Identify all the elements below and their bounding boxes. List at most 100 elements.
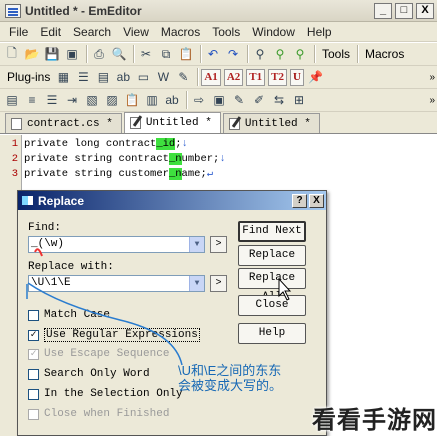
list-icon[interactable]: ▥ (143, 91, 161, 109)
undo-icon[interactable]: ↶ (204, 45, 222, 63)
menu-view[interactable]: View (117, 25, 155, 39)
forward-icon[interactable]: ⇨ (190, 91, 208, 109)
close-when-finished-option: Close when Finished (28, 408, 169, 420)
open-file-icon[interactable]: 📂 (23, 45, 41, 63)
whole-word-checkbox[interactable] (28, 368, 39, 380)
replace-all-button[interactable]: Replace All (238, 268, 306, 303)
menu-edit[interactable]: Edit (34, 25, 67, 39)
mark-icon[interactable]: ▨ (103, 91, 121, 109)
find-next-icon[interactable]: ⚲ (271, 45, 289, 63)
tab-label: Untitled * (244, 117, 311, 130)
menu-file[interactable]: File (3, 25, 34, 39)
match-case-option[interactable]: Match Case (28, 309, 110, 321)
print-icon[interactable]: ⎙ (90, 45, 108, 63)
plugins-toolbar-label[interactable]: Plug-ins (3, 70, 54, 84)
code-line[interactable]: private string contract_number;↓ (24, 152, 226, 167)
new-file-icon[interactable]: 🗋 (3, 45, 21, 63)
plugin-window-icon[interactable]: ▤ (94, 68, 112, 86)
paste-icon[interactable]: 📋 (177, 45, 195, 63)
dialog-close-button[interactable]: X (309, 193, 324, 208)
plugin-brush-icon[interactable]: ✎ (174, 68, 192, 86)
clipboard-icon[interactable]: 📋 (123, 91, 141, 109)
replace-button[interactable]: Replace (238, 245, 306, 266)
menu-search[interactable]: Search (67, 25, 117, 39)
match-highlight: _id (156, 138, 176, 150)
compare-icon[interactable]: ⇆ (270, 91, 288, 109)
menu-macros[interactable]: Macros (155, 25, 206, 39)
abc-icon[interactable]: ab (163, 91, 181, 109)
pin-icon[interactable]: 📌 (307, 68, 325, 86)
redo-icon[interactable]: ↷ (224, 45, 242, 63)
plugin-doc-icon[interactable]: ▭ (134, 68, 152, 86)
selection-only-checkbox[interactable] (28, 388, 39, 400)
tools-toolbar-label[interactable]: Tools (318, 47, 354, 61)
replace-regex-menu-button[interactable]: > (210, 275, 227, 292)
indent-icon[interactable]: ⇥ (63, 91, 81, 109)
replace-with-label: Replace with: (28, 261, 114, 273)
dialog-title-bar[interactable]: Replace ? X (18, 191, 326, 210)
menu-help[interactable]: Help (301, 25, 338, 39)
plugin-word-icon[interactable]: W (154, 68, 172, 86)
match-case-checkbox[interactable] (28, 309, 39, 321)
plugin-list-icon[interactable]: ☰ (74, 68, 92, 86)
split-icon[interactable]: ⊞ (290, 91, 308, 109)
edit-document-icon (129, 117, 141, 129)
chevron-down-icon[interactable]: ▼ (189, 237, 204, 252)
code-line[interactable]: private string customer_name;↵ (24, 167, 213, 182)
menu-window[interactable]: Window (246, 25, 301, 39)
replace-icon[interactable]: ⚲ (291, 45, 309, 63)
align-left-icon[interactable]: ▤ (3, 91, 21, 109)
font-t1-button[interactable]: T1 (246, 68, 266, 86)
whole-word-option[interactable]: Search Only Word (28, 368, 150, 380)
option-label: Match Case (44, 309, 111, 321)
find-input[interactable]: _(\w) ▼ (28, 236, 205, 253)
plugin-grid-icon[interactable]: ▦ (54, 68, 72, 86)
align-right-icon[interactable]: ☰ (43, 91, 61, 109)
font-a2-button[interactable]: A2 (223, 68, 244, 86)
save-all-icon[interactable]: ▣ (63, 45, 81, 63)
close-button[interactable]: X (416, 2, 434, 19)
toolbar-separator (357, 45, 359, 63)
toolbar-overflow-icon[interactable]: » (429, 95, 434, 106)
tab-untitled[interactable]: Untitled * (222, 113, 320, 133)
macros-toolbar-label[interactable]: Macros (361, 47, 408, 61)
selection-only-option[interactable]: In the Selection Only (28, 388, 183, 400)
align-center-icon[interactable]: ≡ (23, 91, 41, 109)
marker-icon[interactable]: ✎ (230, 91, 248, 109)
standard-toolbar: 🗋 📂 💾 ▣ ⎙ 🔍 ✂ ⧉ 📋 ↶ ↷ ⚲ ⚲ ⚲ Tools Macros (0, 43, 437, 66)
find-icon[interactable]: ⚲ (251, 45, 269, 63)
close-dialog-button[interactable]: Close (238, 295, 306, 316)
option-label: Search Only Word (44, 368, 150, 380)
regex-checkbox[interactable]: ✓ (28, 329, 39, 341)
find-next-button[interactable]: Find Next (238, 221, 306, 242)
code-line[interactable]: private long contract_id;↓ (24, 137, 188, 152)
copy-icon[interactable]: ⧉ (157, 45, 175, 63)
minimize-button[interactable]: _ (374, 2, 392, 19)
code-text: ame; (181, 168, 207, 180)
close-when-finished-checkbox (28, 408, 39, 420)
replace-input[interactable]: \U\1\E ▼ (28, 275, 205, 292)
cut-icon[interactable]: ✂ (137, 45, 155, 63)
chevron-down-icon[interactable]: ▼ (189, 276, 204, 291)
annotation-line: 会被变成大写的。 (178, 378, 283, 393)
find-regex-menu-button[interactable]: > (210, 236, 227, 253)
tab-untitled-active[interactable]: Untitled * (123, 112, 221, 133)
font-u-button[interactable]: U (289, 68, 304, 86)
save-icon[interactable]: 💾 (43, 45, 61, 63)
menu-tools[interactable]: Tools (206, 25, 246, 39)
regex-option[interactable]: ✓ Use Regular Expressions (28, 328, 200, 342)
dialog-help-button[interactable]: ? (292, 193, 307, 208)
window-icon[interactable]: ▣ (210, 91, 228, 109)
document-tabs: contract.cs * Untitled * Untitled * (0, 112, 437, 134)
font-t2-button[interactable]: T2 (268, 68, 287, 86)
help-button[interactable]: Help (238, 323, 306, 344)
print-preview-icon[interactable]: 🔍 (110, 45, 128, 63)
maximize-button[interactable]: □ (395, 2, 413, 19)
plugin-abc-icon[interactable]: ab (114, 68, 132, 86)
tab-contract-cs[interactable]: contract.cs * (5, 113, 122, 133)
highlight-icon[interactable]: ✐ (250, 91, 268, 109)
code-text: umber; (181, 153, 220, 165)
bookmark-icon[interactable]: ▧ (83, 91, 101, 109)
toolbar-overflow-icon[interactable]: » (429, 72, 434, 83)
font-a1-button[interactable]: A1 (201, 68, 221, 86)
